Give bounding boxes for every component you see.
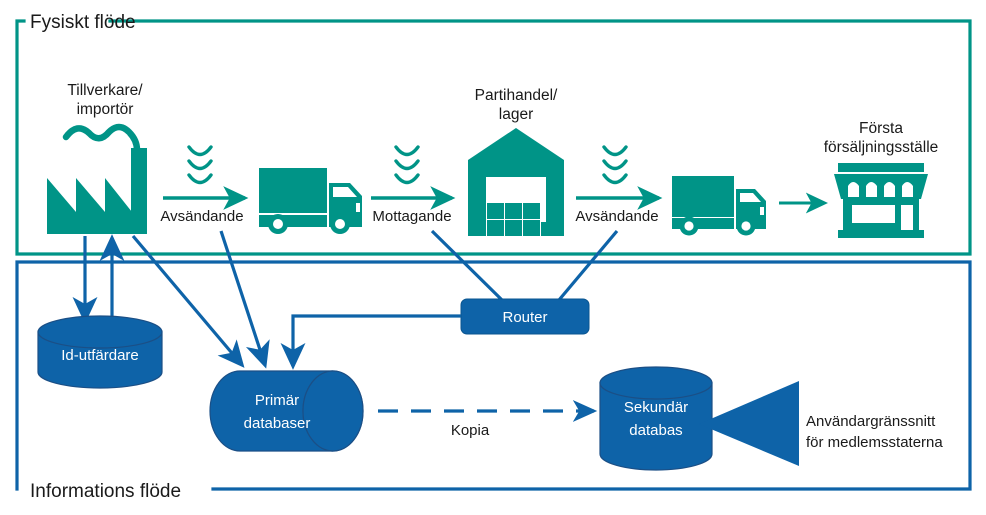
node-truck-2	[672, 176, 766, 236]
node-retailer: Första försäljningsställe	[824, 120, 939, 238]
physical-panel-title: Fysiskt flöde	[30, 12, 136, 33]
node-router[interactable]: Router	[460, 298, 590, 335]
member-state-ui-label-line1: Användargränssnitt	[806, 413, 936, 430]
manufacturer-label-line2: importör	[77, 101, 134, 118]
primary-database-label-line2: databaser	[244, 415, 311, 432]
diagram-canvas: Fysiskt flöde Tillverkare/ importör Avsä…	[0, 0, 986, 515]
information-panel-title: Informations flöde	[30, 481, 181, 502]
router-label: Router	[502, 309, 547, 326]
retailer-label-line1: Första	[859, 120, 903, 137]
truck-icon	[259, 168, 362, 234]
arrow-3-label: Avsändande	[575, 208, 658, 225]
shop-icon	[834, 163, 928, 238]
edge-dispatch2-to-router	[557, 229, 619, 302]
secondary-database-label-line2: databas	[629, 422, 682, 439]
signal-icon-1	[187, 145, 213, 185]
signal-icon-3	[602, 145, 628, 185]
warehouse-icon	[468, 128, 564, 236]
member-state-ui-label-line2: för medlemsstaterna	[806, 434, 943, 451]
retailer-label-line2: försäljningsställe	[824, 139, 939, 156]
manufacturer-label-line1: Tillverkare/	[67, 82, 143, 99]
node-primary-database[interactable]: Primär databaser	[209, 370, 364, 452]
arrow-1-label: Avsändande	[160, 208, 243, 225]
member-state-ui-pointer: Användargränssnitt för medlemsstaterna	[699, 381, 943, 466]
node-wholesaler: Partihandel/ lager	[468, 87, 564, 236]
edge-receiving-to-router	[430, 229, 504, 302]
signal-icon-2	[394, 145, 420, 185]
information-flow-panel: Informations flöde	[15, 260, 972, 502]
arrow-3-group: Avsändande	[575, 145, 663, 225]
truck-icon	[672, 176, 766, 236]
arrow-2-label: Mottagande	[372, 208, 451, 225]
node-secondary-database[interactable]: Sekundär databas	[599, 366, 713, 471]
node-manufacturer: Tillverkare/ importör	[47, 82, 147, 234]
factory-icon	[47, 123, 147, 234]
primary-database-label-line1: Primär	[255, 392, 299, 409]
triangle-icon	[699, 381, 799, 466]
arrow-1-group: Avsändande	[160, 145, 249, 225]
edge-dispatch-to-primary-db	[219, 230, 270, 369]
id-issuer-label: Id-utfärdare	[61, 347, 139, 364]
wholesaler-label-line2: lager	[499, 106, 533, 123]
secondary-database-label-line1: Sekundär	[624, 399, 688, 416]
node-id-issuer[interactable]: Id-utfärdare	[37, 315, 163, 389]
wholesaler-label-line1: Partihandel/	[475, 87, 558, 104]
node-truck-1	[259, 168, 362, 234]
copy-edge-label: Kopia	[451, 422, 490, 439]
edge-copy: Kopia	[378, 400, 598, 439]
arrow-2-group: Mottagande	[371, 145, 456, 225]
edge-router-to-primary-db	[280, 314, 461, 370]
supply-chain-traceability-diagram: Fysiskt flöde Tillverkare/ importör Avsä…	[15, 12, 972, 502]
